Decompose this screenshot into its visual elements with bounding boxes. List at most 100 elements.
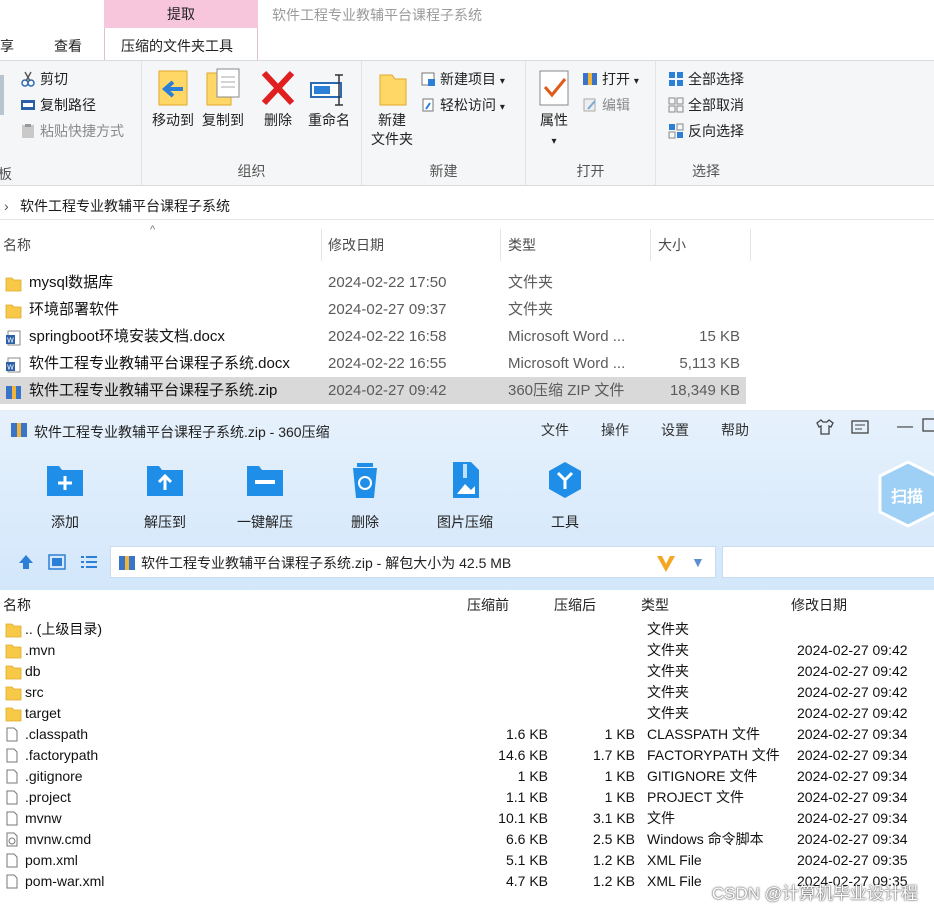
thumbnail-view-icon[interactable] [48,553,66,574]
file-row[interactable]: mysql数据库 2024-02-22 17:50 文件夹 [0,269,746,296]
one-click-extract-icon [245,460,285,500]
archive-column-date[interactable]: 修改日期 [791,594,847,616]
file-row[interactable]: 环境部署软件 2024-02-27 09:37 文件夹 [0,296,746,323]
archive-row[interactable]: db 文件夹 2024-02-27 09:42 [0,661,934,682]
archive-column-after[interactable]: 压缩后 [554,594,596,616]
file-size: 5,113 KB [679,355,740,372]
archive-item-date: 2024-02-27 09:42 [797,705,908,721]
ribbon: 剪切 复制路径 粘贴快捷方式 板 移动到 复制到 删除 重命名 组织 新建 文件… [0,60,934,186]
cmd-script-icon [5,832,19,847]
file-date: 2024-02-27 09:42 [328,382,447,399]
archive-column-before[interactable]: 压缩前 [467,594,509,616]
breadcrumb-path[interactable]: 软件工程专业教辅平台课程子系统 [20,192,230,220]
archive-column-name[interactable]: 名称 [3,594,31,616]
archive-row[interactable]: .mvn 文件夹 2024-02-27 09:42 [0,640,934,661]
select-all-button[interactable]: 全部选择 [668,68,744,90]
address-bar[interactable]: › 软件工程专业教辅平台课程子系统 [0,192,934,220]
file-icon [5,727,19,742]
minimize-button[interactable]: — [897,418,913,436]
tab-share[interactable]: 享 [0,36,14,56]
word-doc-icon: W [5,355,22,373]
easy-access-label: 轻松访问 [440,97,496,113]
column-header-type[interactable]: 类型 [505,229,651,261]
archive-row[interactable]: .project 1.1 KB 1 KB PROJECT 文件 2024-02-27 0… [0,787,934,808]
file-row[interactable]: Wspringboot环境安装文档.docx 2024-02-22 16:58 Mi… [0,323,746,350]
skin-shirt-icon[interactable] [815,418,835,441]
folder-icon [5,274,22,292]
new-item-button[interactable]: 新建项目 ▾ [420,68,505,90]
open-label: 打开 [602,71,630,87]
archive-item-name: mvnw [25,810,62,826]
column-header-size[interactable]: 大小 [655,229,751,261]
archive-row[interactable]: src 文件夹 2024-02-27 09:42 [0,682,934,703]
move-to-button[interactable]: 移动到 [148,67,198,130]
breadcrumb-chevron-icon[interactable]: › [4,192,9,220]
archive-search-input[interactable] [722,546,934,578]
tab-extract[interactable]: 提取 [104,0,258,28]
archive-path-box[interactable]: 软件工程专业教辅平台课程子系统.zip - 解包大小为 42.5 MB ▼ [110,546,716,578]
path-dropdown-icon[interactable]: ▼ [691,554,705,570]
easy-access-button[interactable]: 轻松访问 ▾ [420,94,505,116]
toolbar-extract-to-button[interactable]: 解压到 [130,460,200,532]
toolbar-delete-button[interactable]: 删除 [330,460,400,532]
archive-row[interactable]: .gitignore 1 KB 1 KB GITIGNORE 文件 2024-02-27… [0,766,934,787]
tab-compressed-folder-tools[interactable]: 压缩的文件夹工具 [121,36,233,56]
edit-button[interactable]: 编辑 [582,94,630,116]
new-folder-label-1: 新建 [378,112,406,128]
archive-row[interactable]: mvnw 10.1 KB 3.1 KB 文件 2024-02-27 09:34 [0,808,934,829]
folder-icon [5,643,22,659]
file-date: 2024-02-27 09:37 [328,301,447,318]
maximize-button[interactable] [922,418,934,437]
tab-view[interactable]: 查看 [54,36,82,56]
up-arrow-icon[interactable] [17,553,35,574]
archive-row[interactable]: .. (上级目录) 文件夹 [0,619,934,640]
group-new: 新建 文件夹 新建项目 ▾ 轻松访问 ▾ 新建 [362,61,526,185]
archive-row[interactable]: .classpath 1.6 KB 1 KB CLASSPATH 文件 2024-02-… [0,724,934,745]
tools-hexagon-icon [545,460,585,500]
archive-row[interactable]: pom.xml 5.1 KB 1.2 KB XML File 2024-02-27 09… [0,850,934,871]
menu-help[interactable]: 帮助 [721,420,749,440]
properties-button[interactable]: 属性 ▾ [532,67,576,151]
toolbar-one-click-extract-button[interactable]: 一键解压 [230,460,300,532]
menu-file[interactable]: 文件 [541,420,569,440]
invert-selection-button[interactable]: 反向选择 [668,120,744,142]
scan-button[interactable]: 扫描 [878,460,934,528]
rename-button[interactable]: 重命名 [304,67,354,130]
archive-item-date: 2024-02-27 09:34 [797,726,908,742]
v-badge-icon[interactable] [655,552,677,577]
easy-access-icon [420,97,436,113]
delete-button[interactable]: 删除 [256,67,300,130]
group-select-label: 选择 [692,163,720,179]
open-button[interactable]: 打开 ▾ [582,68,639,90]
paste-shortcut-button[interactable]: 粘贴快捷方式 [20,120,124,142]
archive-row[interactable]: .factorypath 14.6 KB 1.7 KB FACTORYPATH 文件 2… [0,745,934,766]
feedback-icon[interactable] [850,418,870,441]
column-header-name[interactable]: 名称 [0,229,322,261]
archive-column-type[interactable]: 类型 [641,594,669,616]
copy-to-button[interactable]: 复制到 [198,67,248,130]
file-row[interactable]: W 软件工程专业教辅平台课程子系统.docx 2024-02-22 16:55 Mic… [0,350,746,377]
select-none-label: 全部取消 [688,97,744,113]
new-item-label: 新建项目 [440,71,496,87]
copy-path-button[interactable]: 复制路径 [20,94,96,116]
select-none-button[interactable]: 全部取消 [668,94,744,116]
toolbar-add-button[interactable]: 添加 [30,460,100,532]
new-item-dropdown-icon: ▾ [499,76,505,87]
copy-path-label: 复制路径 [40,97,96,113]
new-folder-button[interactable]: 新建 文件夹 [364,67,420,149]
menu-operate[interactable]: 操作 [601,420,629,440]
toolbar-tools-button[interactable]: 工具 [530,460,600,532]
column-header-date[interactable]: 修改日期 [325,229,501,261]
file-row[interactable]: 软件工程专业教辅平台课程子系统.zip 2024-02-27 09:42 360压缩… [0,377,746,404]
archive-item-type: 文件夹 [647,621,689,637]
archive-item-date: 2024-02-27 09:34 [797,768,908,784]
delete-label: 删除 [264,112,292,128]
window-title: 软件工程专业教辅平台课程子系统 [272,7,482,23]
cut-button[interactable]: 剪切 [20,68,68,90]
folder-icon [5,706,22,722]
menu-settings[interactable]: 设置 [661,420,689,440]
archive-row[interactable]: mvnw.cmd 6.6 KB 2.5 KB Windows 命令脚本 2024-02-… [0,829,934,850]
list-view-icon[interactable] [80,553,98,574]
toolbar-image-compress-button[interactable]: 图片压缩 [430,460,500,532]
archive-row[interactable]: target 文件夹 2024-02-27 09:42 [0,703,934,724]
